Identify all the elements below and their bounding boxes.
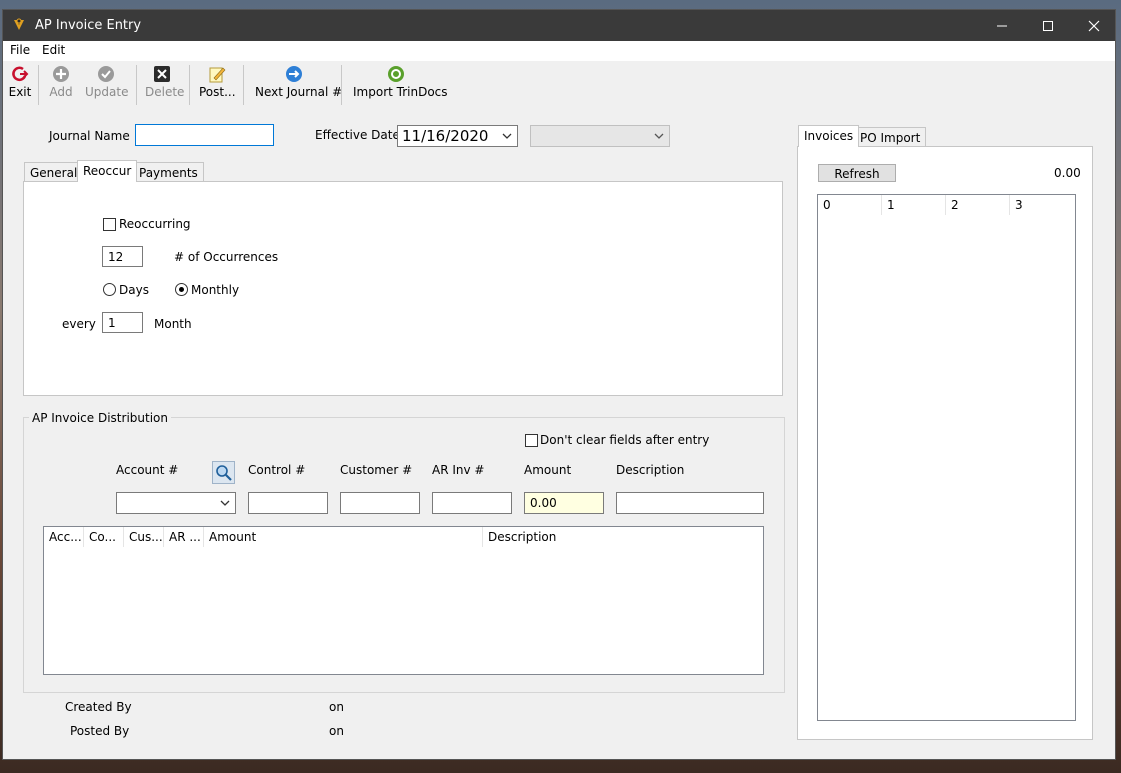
- occurrences-label: # of Occurrences: [174, 250, 279, 264]
- tab-reoccur[interactable]: Reoccur: [77, 160, 138, 182]
- menu-file[interactable]: File: [10, 43, 30, 57]
- control-label: Control #: [248, 463, 306, 477]
- exit-button[interactable]: Exit: [7, 65, 33, 105]
- next-journal-button[interactable]: Next Journal #: [255, 65, 342, 105]
- toolbar-separator: [243, 65, 244, 105]
- refresh-button[interactable]: Refresh: [818, 164, 896, 182]
- chevron-down-icon: [220, 500, 230, 506]
- toolbar-separator: [38, 65, 39, 105]
- close-icon: [1088, 20, 1100, 31]
- minimize-icon: [997, 25, 1007, 26]
- posted-on-label: on: [329, 724, 344, 738]
- description-input[interactable]: [616, 492, 764, 514]
- column-header-description[interactable]: Description: [483, 527, 763, 547]
- effective-date-value: 11/16/2020: [402, 127, 489, 145]
- column-header-arinv[interactable]: AR ...: [164, 527, 204, 547]
- minimize-button[interactable]: [979, 10, 1025, 41]
- column-header-control[interactable]: Co...: [84, 527, 124, 547]
- add-icon: [53, 66, 69, 82]
- delete-button[interactable]: Delete: [145, 65, 184, 105]
- toolbar-separator: [341, 65, 342, 105]
- amount-input[interactable]: [524, 492, 604, 514]
- tab-invoices[interactable]: Invoices: [798, 125, 860, 147]
- close-button[interactable]: [1071, 10, 1117, 41]
- delete-icon: [154, 66, 170, 82]
- post-note-icon: [209, 67, 226, 83]
- add-button[interactable]: Add: [47, 65, 75, 105]
- app-logo-icon: [14, 18, 24, 30]
- app-window: AP Invoice Entry File Edit Exit Add Upda…: [2, 9, 1116, 760]
- account-select[interactable]: [116, 492, 236, 514]
- tab-payments[interactable]: Payments: [133, 162, 204, 182]
- menu-edit[interactable]: Edit: [42, 43, 65, 57]
- reoccurring-checkbox[interactable]: [103, 218, 116, 231]
- tab-general[interactable]: General: [24, 162, 84, 182]
- window-title: AP Invoice Entry: [35, 18, 142, 33]
- column-header-3[interactable]: 3: [1010, 195, 1075, 215]
- invoice-total: 0.00: [1054, 166, 1081, 180]
- occurrences-input[interactable]: [102, 246, 143, 267]
- dont-clear-checkbox[interactable]: [525, 434, 538, 447]
- column-header-1[interactable]: 1: [882, 195, 946, 215]
- amount-label: Amount: [524, 463, 572, 477]
- toolbar: Exit Add Update Delete Post... Next Jour…: [3, 61, 1115, 107]
- distribution-title: AP Invoice Distribution: [29, 411, 171, 425]
- journal-name-input[interactable]: [135, 124, 274, 146]
- chevron-down-icon: [654, 133, 664, 139]
- chevron-down-icon: [502, 133, 512, 139]
- customer-input[interactable]: [340, 492, 420, 514]
- distribution-list[interactable]: Acc... Co... Cus... AR ... Amount Descri…: [43, 526, 764, 675]
- magnifier-icon: [216, 465, 232, 481]
- effective-date-label: Effective Date: [315, 128, 400, 142]
- journal-name-label: Journal Name: [49, 129, 130, 143]
- every-input[interactable]: [102, 312, 143, 333]
- column-header-amount[interactable]: Amount: [204, 527, 483, 547]
- every-label: every: [62, 317, 96, 331]
- arinv-input[interactable]: [432, 492, 512, 514]
- customer-label: Customer #: [340, 463, 413, 477]
- invoices-list[interactable]: 0 1 2 3: [817, 194, 1076, 721]
- effective-date-picker[interactable]: 11/16/2020: [397, 125, 518, 147]
- checkmark-icon: [98, 66, 114, 82]
- import-trindocs-button[interactable]: Import TrinDocs: [353, 65, 448, 105]
- days-radio[interactable]: [103, 283, 116, 296]
- reoccur-panel: Reoccurring # of Occurrences Days Monthl…: [23, 181, 783, 396]
- tab-po-import[interactable]: PO Import: [854, 127, 927, 147]
- maximize-icon: [1043, 20, 1053, 31]
- invoices-panel: Refresh 0.00 0 1 2 3: [797, 146, 1093, 740]
- column-header-account[interactable]: Acc...: [44, 527, 84, 547]
- column-header-2[interactable]: 2: [946, 195, 1010, 215]
- column-header-customer[interactable]: Cus...: [124, 527, 164, 547]
- arinv-label: AR Inv #: [432, 463, 485, 477]
- toolbar-separator: [189, 65, 190, 105]
- menu-bar: File Edit: [3, 41, 1115, 61]
- trindocs-icon: [388, 66, 404, 82]
- monthly-label: Monthly: [191, 283, 240, 297]
- account-search-button[interactable]: [212, 461, 235, 484]
- posted-by-label: Posted By: [70, 724, 130, 738]
- days-label: Days: [119, 283, 149, 297]
- maximize-button[interactable]: [1025, 10, 1071, 41]
- arrow-right-icon: [286, 66, 302, 82]
- toolbar-separator: [136, 65, 137, 105]
- title-bar: AP Invoice Entry: [3, 10, 1115, 41]
- exit-icon: [12, 66, 29, 82]
- month-label: Month: [154, 317, 192, 331]
- created-by-label: Created By: [65, 700, 132, 714]
- secondary-select[interactable]: [530, 125, 670, 147]
- monthly-radio[interactable]: [175, 283, 188, 296]
- post-button[interactable]: Post...: [199, 65, 236, 105]
- column-header-0[interactable]: 0: [818, 195, 882, 215]
- control-input[interactable]: [248, 492, 328, 514]
- account-label: Account #: [116, 463, 179, 477]
- update-button[interactable]: Update: [85, 65, 128, 105]
- created-on-label: on: [329, 700, 344, 714]
- dont-clear-label: Don't clear fields after entry: [540, 433, 710, 447]
- description-label: Description: [616, 463, 685, 477]
- reoccurring-label: Reoccurring: [119, 217, 191, 231]
